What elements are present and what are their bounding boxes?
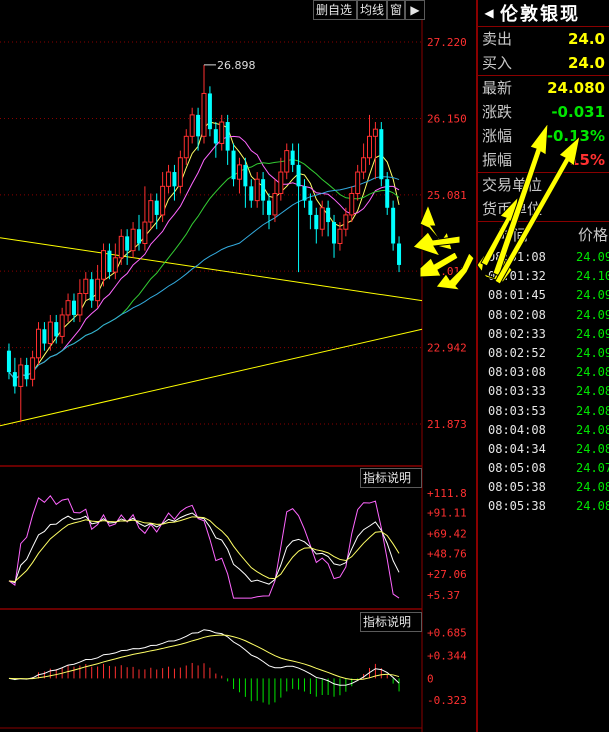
arrow-shape: [492, 121, 549, 277]
annotation-arrows: [412, 121, 581, 291]
